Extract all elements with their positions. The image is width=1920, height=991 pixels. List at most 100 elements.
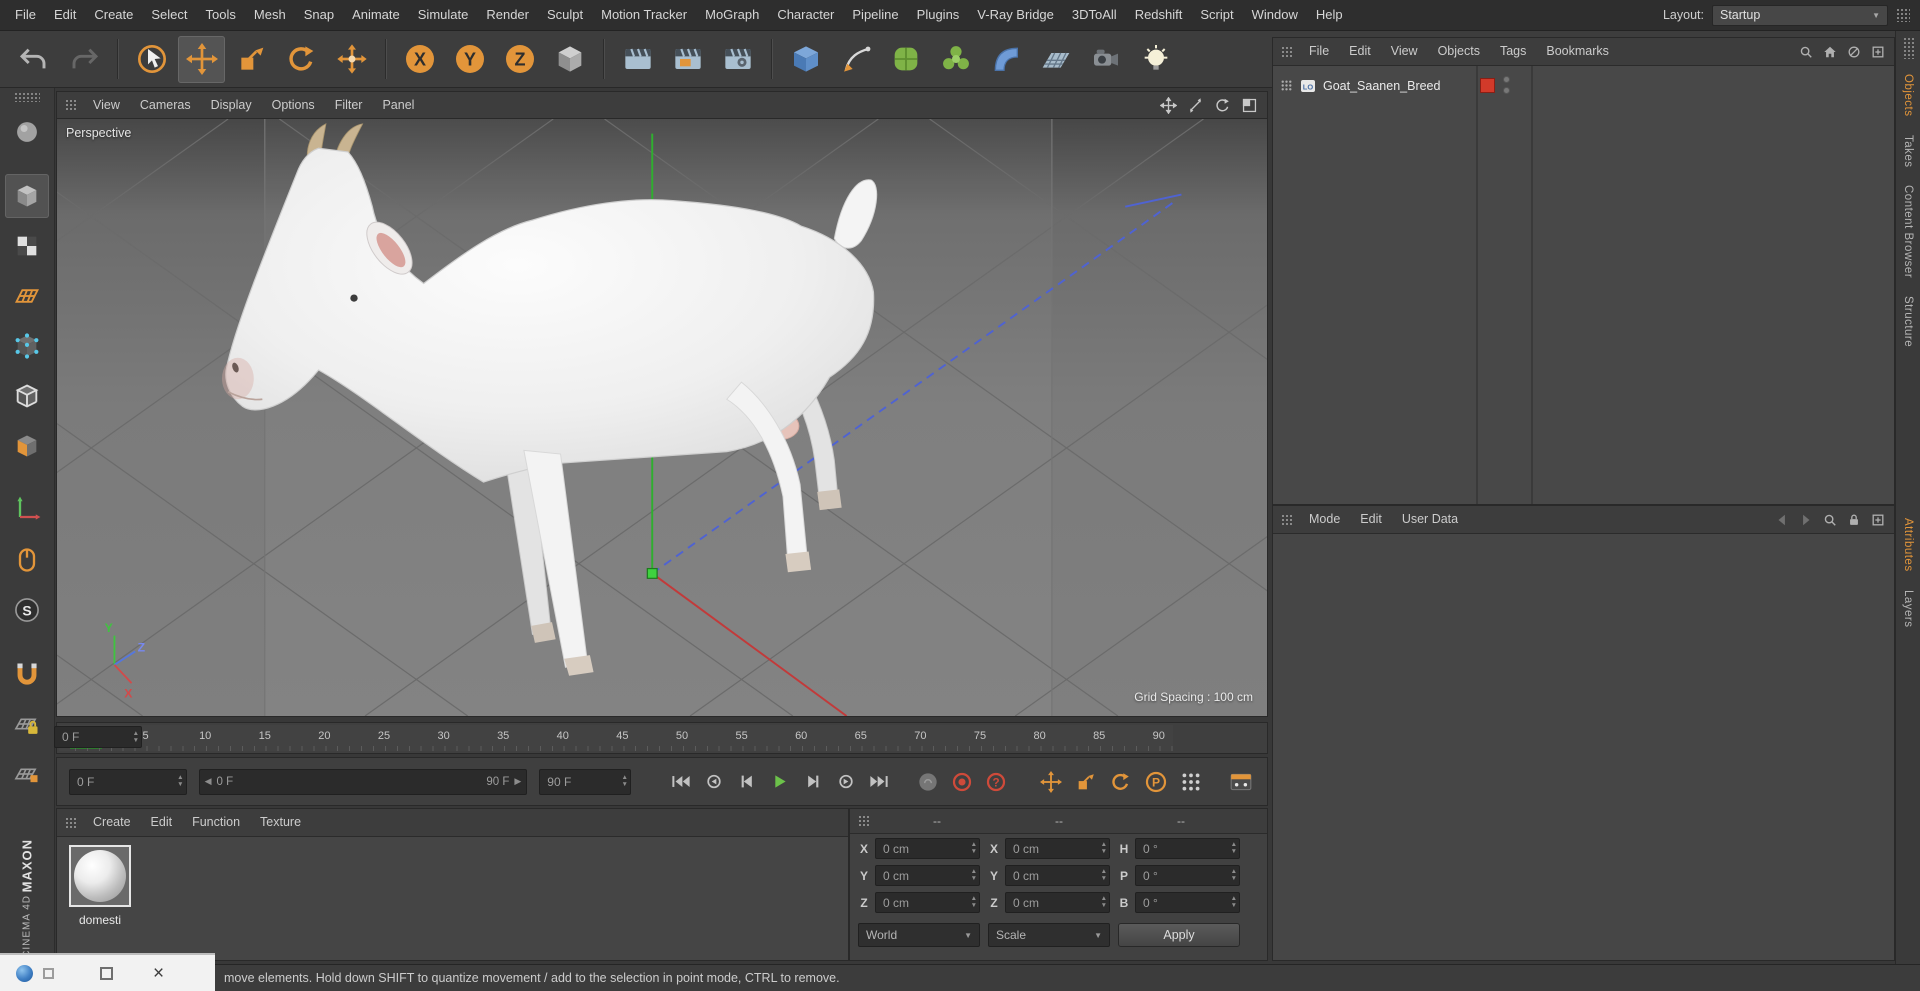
range-left-arrow-icon[interactable]: ◀ [205,776,212,787]
material-thumbnail[interactable] [69,845,131,907]
stepper-icon[interactable]: ▲ ▼ [177,770,183,794]
enable-axis-button[interactable] [5,488,49,532]
light-button[interactable] [1132,36,1179,83]
magnet-snap-button[interactable] [5,652,49,696]
overlay-window-fragment[interactable]: × [0,953,215,991]
side-tab-takes[interactable]: Takes [1902,126,1914,177]
mouse-input-button[interactable] [5,538,49,582]
model-mode-button[interactable] [5,174,49,218]
object-menu-bookmarks[interactable]: Bookmarks [1536,38,1619,65]
workplane-grid-button[interactable] [5,752,49,796]
panel-grip[interactable] [1902,37,1914,59]
move-axis-button[interactable] [328,36,375,83]
render-picture-viewer-button[interactable] [664,36,711,83]
viewport-menu-display[interactable]: Display [201,92,262,119]
key-point-level-button[interactable] [1177,769,1205,795]
menubar-item-tools[interactable]: Tools [197,0,245,30]
edit-render-settings-button[interactable] [714,36,761,83]
workplane-lock-button[interactable] [5,702,49,746]
key-position-button[interactable] [1037,769,1065,795]
coordinate-system-button[interactable] [546,36,593,83]
maximize-icon[interactable] [100,966,113,980]
stepper-icon[interactable]: ▲ ▼ [971,893,977,912]
origin-handle[interactable] [646,567,658,579]
menubar-item-simulate[interactable]: Simulate [409,0,478,30]
polygons-mode-button[interactable] [5,424,49,468]
material-menu-create[interactable]: Create [83,809,141,836]
panel-grip[interactable] [65,99,77,111]
previous-key-button[interactable] [700,771,728,793]
record-objects-button[interactable] [949,770,975,794]
coord-field-b[interactable]: 0 ° ▲ ▼ [1135,892,1240,913]
menubar-item-character[interactable]: Character [768,0,843,30]
menubar-item-script[interactable]: Script [1191,0,1242,30]
goto-start-button[interactable] [667,771,695,793]
viewport-menu-panel[interactable]: Panel [372,92,424,119]
menubar-item-window[interactable]: Window [1243,0,1307,30]
viewport-menu-options[interactable]: Options [262,92,325,119]
menubar-item-plugins[interactable]: Plugins [908,0,969,30]
menubar-item-file[interactable]: File [6,0,45,30]
scale-button[interactable] [228,36,275,83]
object-menu-view[interactable]: View [1381,38,1428,65]
stepper-icon[interactable]: ▲ ▼ [971,839,977,858]
previous-frame-button[interactable] [733,771,761,793]
side-tab-content-browser[interactable]: Content Browser [1902,176,1914,287]
edges-mode-button[interactable] [5,374,49,418]
menubar-item-mesh[interactable]: Mesh [245,0,295,30]
coord-field-y[interactable]: 0 cm ▲ ▼ [875,865,980,886]
menubar-item-v-ray-bridge[interactable]: V-Ray Bridge [968,0,1063,30]
attribute-menu-user-data[interactable]: User Data [1392,506,1468,533]
stepper-icon[interactable]: ▲ ▼ [1231,866,1237,885]
coord-field-p[interactable]: 0 ° ▲ ▼ [1135,865,1240,886]
floor-button[interactable] [1032,36,1079,83]
move-button[interactable] [178,35,225,83]
autokey-question-button[interactable]: ? [983,770,1009,794]
frame-number-field[interactable]: 0 F ▲ ▼ [54,726,142,748]
key-parameter-button[interactable]: P [1142,769,1170,795]
expand-toggle-icon[interactable] [1280,79,1294,93]
redo-button[interactable] [60,36,107,83]
viewport-menu-filter[interactable]: Filter [325,92,373,119]
coordinate-system-select[interactable]: World ▼ [858,923,980,947]
panel-grip[interactable] [858,815,870,827]
workplane-button[interactable] [5,274,49,318]
camera-button[interactable] [1082,36,1129,83]
attribute-menu-edit[interactable]: Edit [1350,506,1392,533]
panel-grip[interactable] [1896,8,1910,22]
goto-end-button[interactable] [865,771,893,793]
coord-field-x[interactable]: 0 cm ▲ ▼ [1005,838,1110,859]
pan-view-button[interactable] [1159,96,1178,115]
panel-grip[interactable] [14,92,40,102]
play-button[interactable] [766,771,794,793]
lock-button[interactable] [1846,512,1861,527]
coord-field-y[interactable]: 0 cm ▲ ▼ [1005,865,1110,886]
transform-mode-select[interactable]: Scale ▼ [988,923,1110,947]
menubar-item-redshift[interactable]: Redshift [1126,0,1192,30]
coord-field-h[interactable]: 0 ° ▲ ▼ [1135,838,1240,859]
axis-y-button[interactable]: Y [446,36,493,83]
viewport-menu-cameras[interactable]: Cameras [130,92,201,119]
attribute-menu-mode[interactable]: Mode [1299,506,1350,533]
viewport-menu-view[interactable]: View [83,92,130,119]
nav-forward-button[interactable] [1798,512,1813,527]
close-icon[interactable]: × [153,964,164,983]
menubar-item-edit[interactable]: Edit [45,0,85,30]
material-menu-edit[interactable]: Edit [141,809,183,836]
add-cube-button[interactable] [782,36,829,83]
menubar-item-sculpt[interactable]: Sculpt [538,0,592,30]
menubar-item-motion-tracker[interactable]: Motion Tracker [592,0,696,30]
deformer-button[interactable] [982,36,1029,83]
coord-field-x[interactable]: 0 cm ▲ ▼ [875,838,980,859]
next-key-button[interactable] [832,771,860,793]
stepper-icon[interactable]: ▲ ▼ [1101,893,1107,912]
menubar-item-animate[interactable]: Animate [343,0,409,30]
stepper-icon[interactable]: ▲ ▼ [1101,839,1107,858]
side-tab-attributes[interactable]: Attributes [1902,509,1914,581]
camera-label[interactable]: Perspective [66,126,131,140]
stepper-icon[interactable]: ▲ ▼ [1231,839,1237,858]
render-view-button[interactable] [614,36,661,83]
object-menu-tags[interactable]: Tags [1490,38,1536,65]
live-selection-button[interactable] [128,36,175,83]
side-tab-objects[interactable]: Objects [1902,65,1914,126]
